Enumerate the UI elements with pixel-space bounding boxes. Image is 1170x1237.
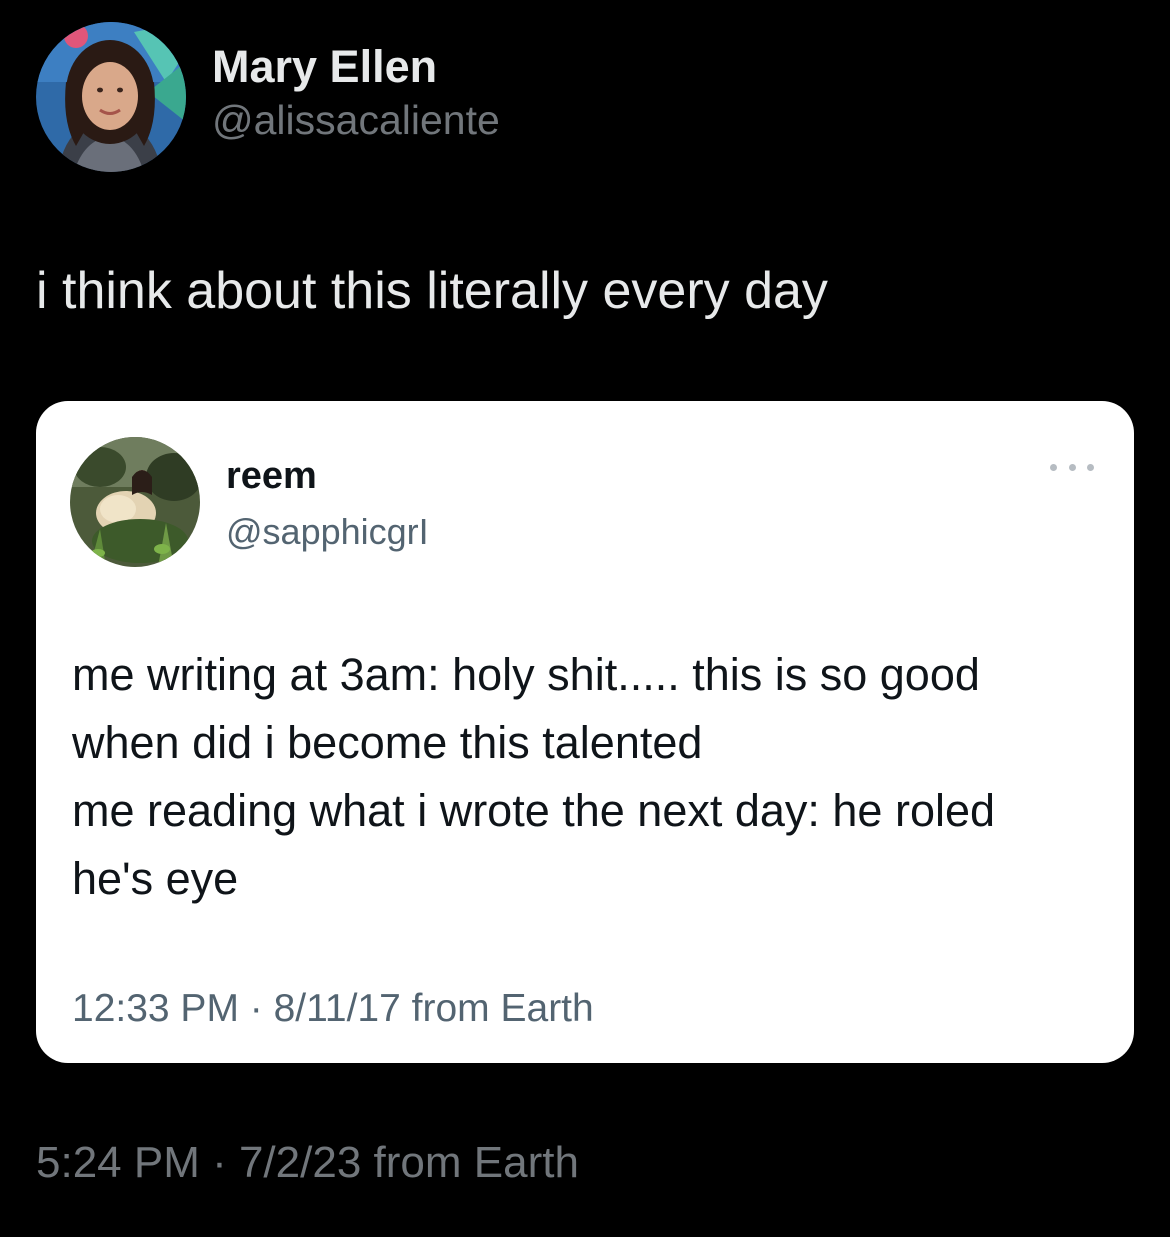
- quoted-handle[interactable]: @sapphicgrI: [226, 511, 429, 553]
- quoted-timestamp[interactable]: 12:33 PM · 8/11/17 from Earth: [72, 987, 594, 1031]
- profile-photo-icon: [70, 437, 200, 567]
- quoted-display-name[interactable]: reem: [226, 455, 317, 498]
- quoted-avatar[interactable]: [70, 437, 200, 567]
- outer-timestamp[interactable]: 5:24 PM · 7/2/23 from Earth: [36, 1138, 579, 1188]
- outer-avatar[interactable]: [36, 22, 186, 172]
- profile-photo-icon: [36, 22, 186, 172]
- outer-tweet-text: i think about this literally every day: [36, 262, 828, 320]
- ellipsis-dot: [1087, 463, 1094, 471]
- quoted-tweet-card[interactable]: reem @sapphicgrI me writing at 3am: holy…: [36, 401, 1134, 1063]
- quoted-tweet-text: me writing at 3am: holy shit..... this i…: [72, 641, 1102, 913]
- outer-handle[interactable]: @alissacaliente: [212, 94, 500, 147]
- ellipsis-icon[interactable]: [1050, 457, 1094, 477]
- ellipsis-dot: [1050, 463, 1057, 471]
- quoted-tweet-line: he's eye: [72, 853, 239, 904]
- outer-display-name[interactable]: Mary Ellen: [212, 40, 500, 94]
- ellipsis-dot: [1068, 463, 1076, 471]
- quoted-tweet-line: when did i become this talented: [72, 717, 703, 768]
- quoted-tweet-line: me reading what i wrote the next day: he…: [72, 785, 996, 836]
- outer-tweet-header: Mary Ellen @alissacaliente: [36, 22, 500, 172]
- quoted-tweet-line: me writing at 3am: holy shit..... this i…: [72, 649, 980, 700]
